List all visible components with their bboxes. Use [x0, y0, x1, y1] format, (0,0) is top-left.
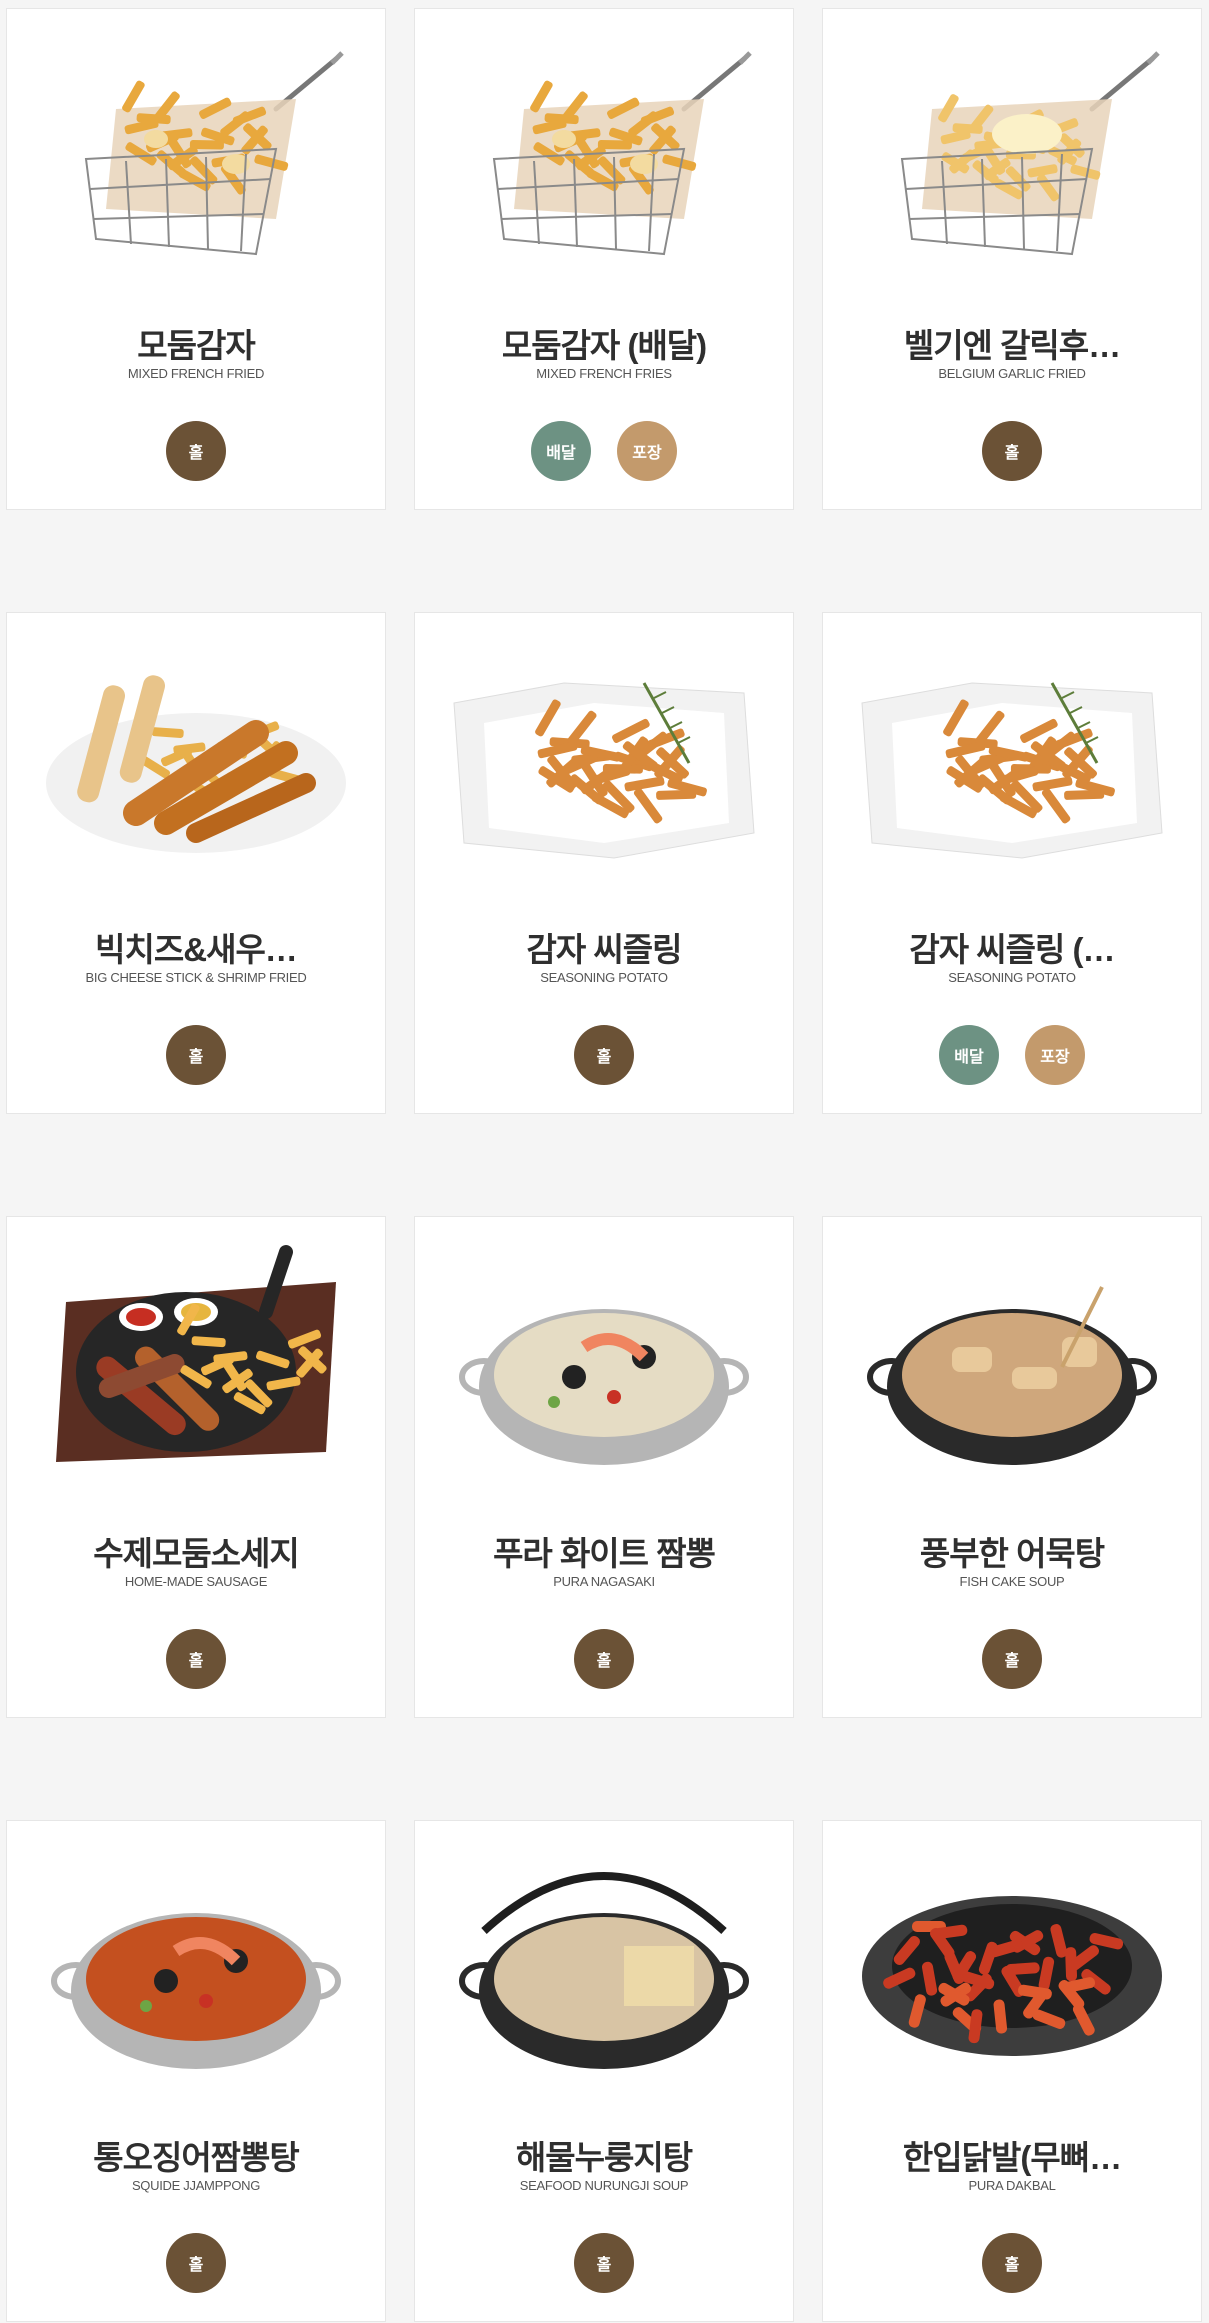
menu-card[interactable]: 푸라 화이트 짬뽕 PURA NAGASAKI 홀 — [414, 1216, 794, 1718]
shrimp-plate-image[interactable] — [27, 623, 365, 893]
service-badges: 홀 — [823, 1629, 1201, 1689]
service-badges: 배달 포장 — [415, 421, 793, 481]
menu-card[interactable]: 모둠감자 (배달) MIXED FRENCH FRIES 배달 포장 — [414, 8, 794, 510]
delivery-badge[interactable]: 배달 — [531, 421, 591, 481]
menu-name-ko: 벨기엔 갈릭후… — [903, 327, 1121, 364]
service-badges: 홀 — [7, 1629, 385, 1689]
menu-name-en: BIG CHEESE STICK & SHRIMP FRIED — [85, 970, 307, 985]
menu-card[interactable]: 풍부한 어묵탕 FISH CAKE SOUP 홀 — [822, 1216, 1202, 1718]
menu-name-ko: 푸라 화이트 짬뽕 — [493, 1535, 716, 1572]
white-jjamppong-pot-image[interactable] — [435, 1227, 773, 1497]
menu-card[interactable]: 감자 씨즐링 SEASONING POTATO 홀 — [414, 612, 794, 1114]
menu-card[interactable]: 해물누룽지탕 SEAFOOD NURUNGJI SOUP 홀 — [414, 1820, 794, 2322]
menu-name-en: PURA NAGASAKI — [553, 1574, 655, 1589]
menu-card[interactable]: 통오징어짬뽕탕 SQUIDE JJAMPPONG 홀 — [6, 1820, 386, 2322]
service-badges: 홀 — [7, 2233, 385, 2293]
seasoned-fries-image[interactable] — [843, 623, 1181, 893]
menu-card[interactable]: 수제모둠소세지 HOME-MADE SAUSAGE 홀 — [6, 1216, 386, 1718]
menu-card[interactable]: 빅치즈&새우… BIG CHEESE STICK & SHRIMP FRIED 홀 — [6, 612, 386, 1114]
menu-card[interactable]: 감자 씨즐링 (… SEASONING POTATO 배달 포장 — [822, 612, 1202, 1114]
fries-basket-image[interactable] — [435, 19, 773, 289]
dine-in-badge[interactable]: 홀 — [166, 2233, 226, 2293]
menu-name-en: SEASONING POTATO — [948, 970, 1076, 985]
service-badges: 배달 포장 — [823, 1025, 1201, 1085]
menu-name-ko: 풍부한 어묵탕 — [919, 1535, 1105, 1572]
service-badges: 홀 — [7, 1025, 385, 1085]
menu-name-ko: 수제모둠소세지 — [93, 1535, 300, 1572]
menu-grid: 모둠감자 MIXED FRENCH FRIED 홀 모둠감자 (배달) MIXED F… — [6, 8, 1203, 2322]
delivery-badge[interactable]: 배달 — [939, 1025, 999, 1085]
takeout-badge[interactable]: 포장 — [617, 421, 677, 481]
menu-name-en: SEASONING POTATO — [540, 970, 668, 985]
dine-in-badge[interactable]: 홀 — [982, 421, 1042, 481]
dakbal-plate-image[interactable] — [843, 1831, 1181, 2101]
menu-name-ko: 모둠감자 — [137, 327, 255, 364]
dine-in-badge[interactable]: 홀 — [574, 1025, 634, 1085]
dine-in-badge[interactable]: 홀 — [982, 1629, 1042, 1689]
menu-name-en: PURA DAKBAL — [968, 2178, 1056, 2193]
menu-card[interactable]: 모둠감자 MIXED FRENCH FRIED 홀 — [6, 8, 386, 510]
service-badges: 홀 — [823, 2233, 1201, 2293]
squid-jjamppong-pot-image[interactable] — [27, 1831, 365, 2101]
service-badges: 홀 — [415, 2233, 793, 2293]
menu-card[interactable]: 벨기엔 갈릭후… BELGIUM GARLIC FRIED 홀 — [822, 8, 1202, 510]
fries-basket-image[interactable] — [27, 19, 365, 289]
menu-name-en: HOME-MADE SAUSAGE — [124, 1574, 268, 1589]
dine-in-badge[interactable]: 홀 — [574, 1629, 634, 1689]
menu-name-ko: 모둠감자 (배달) — [501, 327, 707, 364]
menu-name-en: MIXED FRENCH FRIES — [536, 366, 672, 381]
menu-name-ko: 빅치즈&새우… — [95, 931, 298, 968]
dine-in-badge[interactable]: 홀 — [166, 421, 226, 481]
dine-in-badge[interactable]: 홀 — [166, 1629, 226, 1689]
menu-name-ko: 감자 씨즐링 (… — [909, 931, 1115, 968]
menu-name-ko: 통오징어짬뽕탕 — [93, 2139, 300, 2176]
menu-card[interactable]: 한입닭발(무뼈… PURA DAKBAL 홀 — [822, 1820, 1202, 2322]
seasoned-fries-image[interactable] — [435, 623, 773, 893]
menu-name-ko: 해물누룽지탕 — [515, 2139, 693, 2176]
menu-name-en: FISH CAKE SOUP — [959, 1574, 1065, 1589]
nurungji-pot-image[interactable] — [435, 1831, 773, 2101]
menu-name-en: MIXED FRENCH FRIED — [127, 366, 265, 381]
service-badges: 홀 — [823, 421, 1201, 481]
menu-name-ko: 한입닭발(무뼈… — [902, 2139, 1122, 2176]
menu-name-en: SQUIDE JJAMPPONG — [131, 2178, 261, 2193]
menu-name-en: SEAFOOD NURUNGJI SOUP — [519, 2178, 689, 2193]
dine-in-badge[interactable]: 홀 — [982, 2233, 1042, 2293]
sausage-board-image[interactable] — [27, 1227, 365, 1497]
dine-in-badge[interactable]: 홀 — [574, 2233, 634, 2293]
takeout-badge[interactable]: 포장 — [1025, 1025, 1085, 1085]
service-badges: 홀 — [415, 1025, 793, 1085]
menu-name-ko: 감자 씨즐링 — [526, 931, 683, 968]
menu-name-en: BELGIUM GARLIC FRIED — [938, 366, 1086, 381]
service-badges: 홀 — [415, 1629, 793, 1689]
service-badges: 홀 — [7, 421, 385, 481]
dine-in-badge[interactable]: 홀 — [166, 1025, 226, 1085]
fishcake-pot-image[interactable] — [843, 1227, 1181, 1497]
garlic-fries-basket-image[interactable] — [843, 19, 1181, 289]
